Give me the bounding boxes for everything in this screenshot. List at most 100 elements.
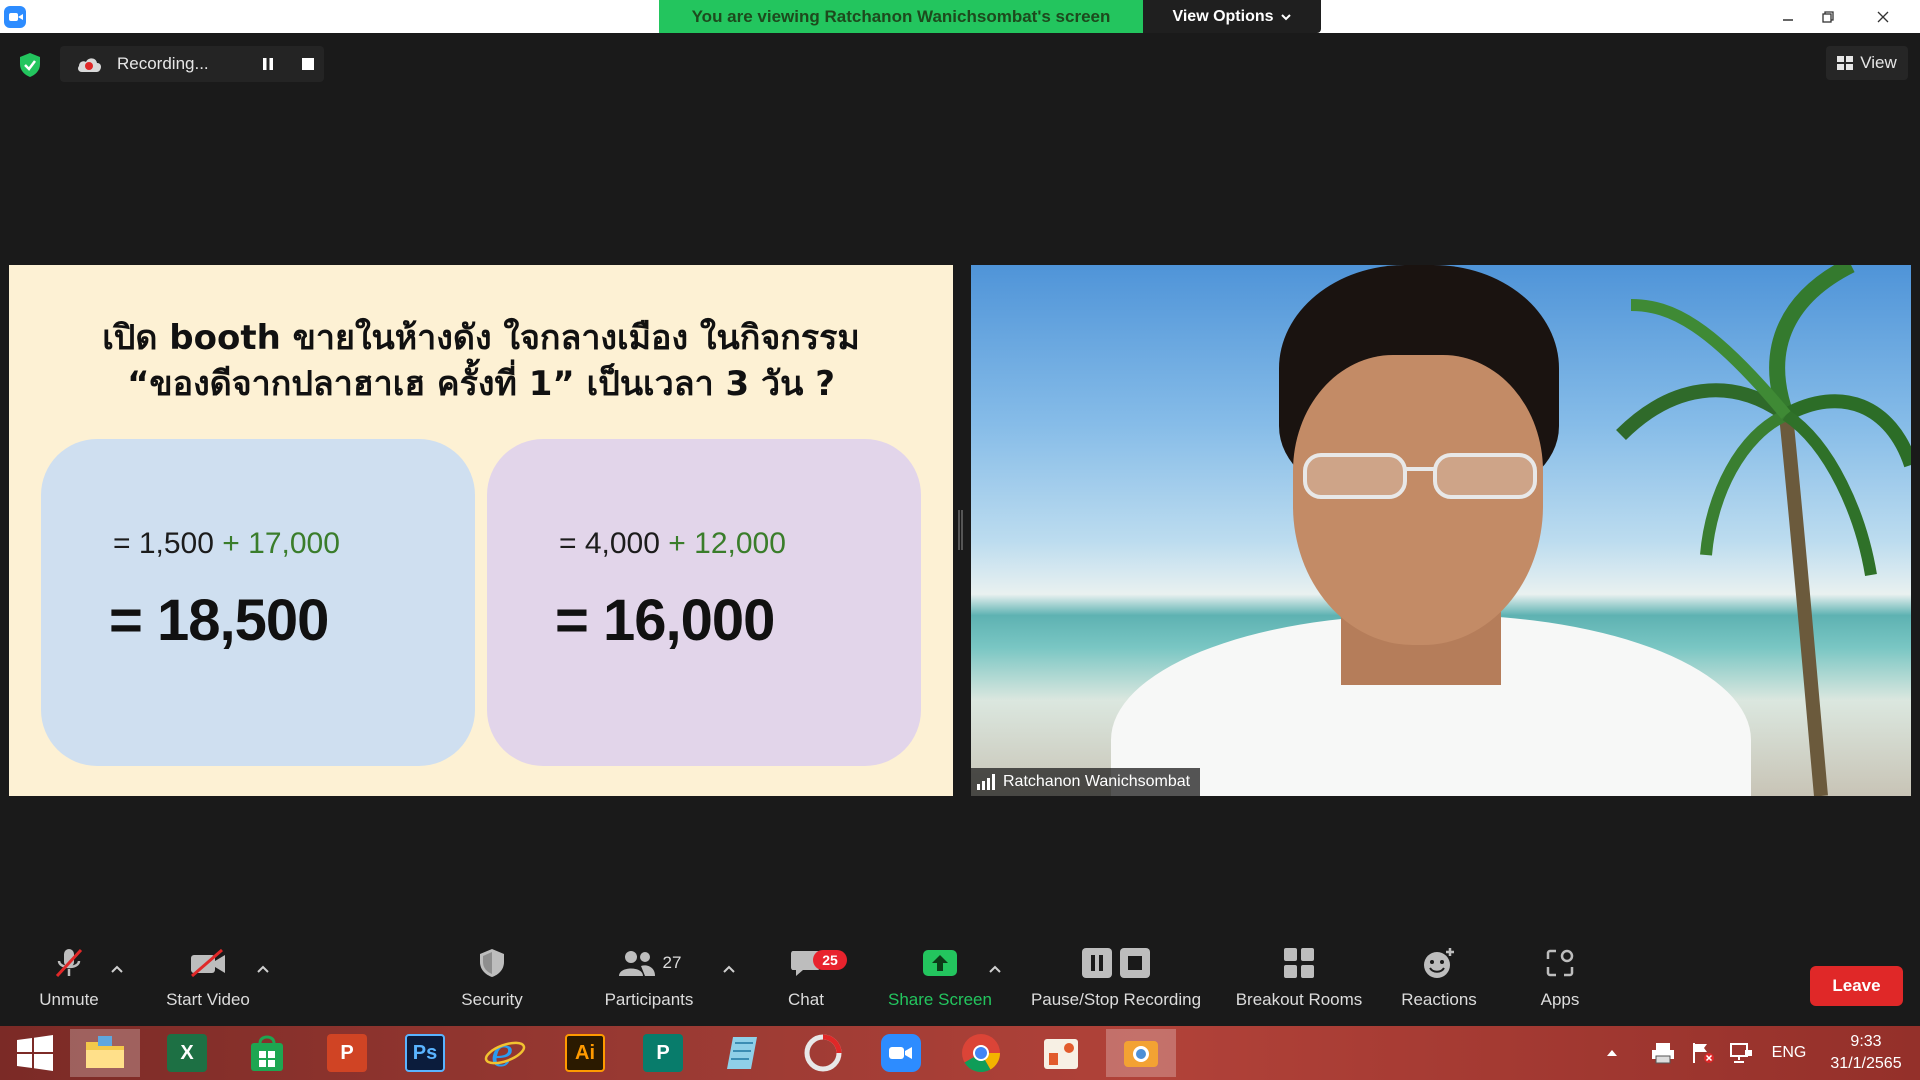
breakout-rooms-button[interactable]: Breakout Rooms [1228,940,1370,1026]
viewing-screen-banner: You are viewing Ratchanon Wanichsombat's… [659,0,1143,33]
taskbar-photoshop[interactable]: Ps [390,1029,460,1077]
view-button-label: View [1860,53,1897,72]
security-label: Security [461,990,523,1009]
share-screen-icon [923,950,957,976]
apps-label: Apps [1540,990,1580,1009]
taskbar-notepad[interactable] [708,1029,778,1077]
title-bar: You are viewing Ratchanon Wanichsombat's… [0,0,1920,33]
option-a-eq-plus: + 17,000 [222,527,340,560]
security-button[interactable]: Security [447,940,537,1026]
taskbar-publisher[interactable]: P [628,1029,698,1077]
unmute-button[interactable]: Unmute [26,940,112,1026]
zoom-meeting-window: You are viewing Ratchanon Wanichsombat's… [0,0,1920,1080]
view-options-button[interactable]: View Options [1143,0,1321,33]
signal-bars-icon [977,774,995,790]
grid-view-icon [1837,56,1854,70]
windows-start-icon [17,1035,53,1071]
slide-title-line-1: เปิด booth ขายในห้างดัง ใจกลางเมือง ในกิ… [102,318,860,358]
share-screen-label: Share Screen [888,990,992,1009]
participants-button[interactable]: 27 Participants [596,940,702,1026]
option-a-equation: = 1,500 + 17,000 [113,527,340,561]
option-b-total: = 16,000 [555,588,775,653]
pause-stop-recording-label: Pause/Stop Recording [1030,990,1202,1009]
leave-meeting-button[interactable]: Leave [1810,966,1903,1006]
taskbar-illustrator[interactable]: Ai [550,1029,620,1077]
taskbar-screenshot-tool[interactable] [1106,1029,1176,1077]
slide-title: เปิด booth ขายในห้างดัง ใจกลางเมือง ในกิ… [9,315,953,407]
audio-options-caret[interactable] [110,962,124,976]
taskbar-zoom[interactable] [866,1029,936,1077]
participants-icon [618,951,655,976]
reactions-smiley-icon [1424,948,1454,978]
cloud-recording-icon [78,58,101,72]
taskbar-clock[interactable]: 9:33 31/1/2565 [1818,1031,1914,1075]
participant-name-tag: Ratchanon Wanichsombat [971,768,1201,796]
meeting-controls-toolbar: Unmute Start Video Security 27 Participa… [0,940,1920,1026]
file-explorer-icon [86,1036,124,1068]
apps-button[interactable]: Apps [1520,940,1600,1026]
participant-video-tile[interactable]: Ratchanon Wanichsombat [971,265,1911,796]
pause-recording-button[interactable] [256,52,280,76]
chevron-up-icon [257,965,269,973]
glasses-graphic [1303,453,1537,499]
pause-stop-recording-button[interactable]: Pause/Stop Recording [1024,940,1208,1026]
network-icon [1730,1043,1752,1063]
participants-options-caret[interactable] [722,962,736,976]
taskbar-store[interactable] [232,1029,302,1077]
flag-alert-icon [1693,1043,1714,1063]
store-icon [251,1035,283,1071]
tray-action-center[interactable] [1686,1026,1720,1080]
photos-icon [1044,1039,1078,1069]
chrome-icon [962,1034,1001,1073]
screenshot-tool-icon [1124,1041,1158,1067]
taskbar-powerpoint[interactable]: P [312,1029,382,1077]
option-a-eq-prefix: = 1,500 [113,527,214,560]
photoshop-icon: Ps [405,1034,445,1072]
tray-language[interactable]: ENG [1764,1026,1814,1080]
option-b-equation: = 4,000 + 12,000 [559,527,786,561]
chevron-up-icon [1607,1050,1617,1056]
printer-icon [1652,1043,1674,1064]
encryption-shield-icon[interactable] [18,52,42,78]
taskbar-internet-explorer[interactable]: e [470,1029,540,1077]
taskbar-photos[interactable] [1026,1029,1096,1077]
pause-stop-recording-icon [1082,948,1150,978]
reactions-button[interactable]: Reactions [1394,940,1484,1026]
shared-screen-slide: เปิด booth ขายในห้างดัง ใจกลางเมือง ในกิ… [9,265,953,796]
close-button[interactable] [1860,0,1906,33]
taskbar-hotocape[interactable] [788,1029,858,1077]
tray-printer[interactable] [1646,1026,1680,1080]
pause-icon [263,58,273,70]
restore-icon [1822,10,1834,23]
internet-explorer-icon: e [484,1032,526,1074]
share-screen-options-caret[interactable] [988,962,1002,976]
restore-button[interactable] [1805,0,1851,33]
recording-status-bar: Recording... [60,46,324,82]
start-button[interactable] [0,1029,70,1077]
start-video-button[interactable]: Start Video [158,940,258,1026]
chevron-up-icon [989,965,1001,973]
hotocape-icon [804,1034,842,1072]
option-a-total: = 18,500 [109,588,329,653]
option-b-eq-plus: + 12,000 [668,527,786,560]
option-b-eq-prefix: = 4,000 [559,527,660,560]
tray-network[interactable] [1724,1026,1758,1080]
view-layout-button[interactable]: View [1826,46,1908,80]
taskbar-file-explorer[interactable] [70,1029,140,1077]
taskbar-chrome[interactable] [946,1029,1016,1077]
chat-button[interactable]: 25 Chat [776,940,847,1026]
illustrator-icon: Ai [565,1034,605,1072]
svg-text:e: e [491,1032,514,1074]
video-off-icon [191,948,225,978]
option-b-box: = 4,000 + 12,000 = 16,000 [487,439,921,766]
video-options-caret[interactable] [256,962,270,976]
show-hidden-icons-button[interactable] [1600,1026,1624,1080]
split-view-drag-handle[interactable] [958,510,963,550]
breakout-rooms-label: Breakout Rooms [1235,990,1363,1009]
stop-recording-button[interactable] [296,52,320,76]
close-icon [1877,11,1889,22]
option-a-box: = 1,500 + 17,000 = 18,500 [41,439,475,766]
taskbar-excel[interactable]: X [152,1029,222,1077]
share-screen-button[interactable]: Share Screen [882,940,998,1026]
start-video-label: Start Video [166,990,250,1009]
